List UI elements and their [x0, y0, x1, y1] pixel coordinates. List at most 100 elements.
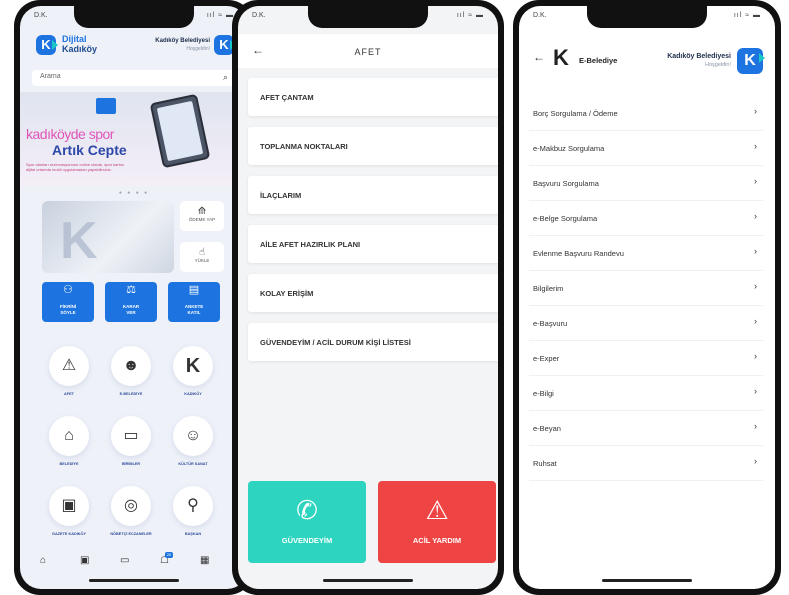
kadikoy-tile[interactable]: K KADIKÖY [166, 346, 220, 396]
search-placeholder: Arama [40, 73, 61, 80]
item-label: e-Başvuru [533, 319, 568, 328]
e-basvuru-item[interactable]: e-Başvuru › [529, 306, 763, 341]
acil-yardim-label: ACİL YARDIM [412, 536, 462, 545]
kadikoy-card[interactable] [42, 201, 174, 273]
carousel-dots[interactable]: ● ● ● ● [20, 190, 248, 196]
municipality-greeting: Kadıköy Belediyesi Hoşgeldin! [667, 52, 731, 70]
home-indicator [602, 579, 692, 582]
load-button[interactable]: ☝ YÜKLE [180, 242, 224, 272]
idea-icon: ⚇ [63, 284, 73, 296]
card-tab-icon[interactable]: ▣ [80, 555, 89, 566]
home-tab-icon[interactable]: ⌂ [40, 555, 46, 566]
chevron-right-icon: › [754, 351, 757, 361]
borc-sorgulama-item[interactable]: Borç Sorgulama / Ödeme › [529, 96, 763, 131]
survey-icon: ▤ [188, 284, 200, 296]
notifications-tab-icon[interactable]: ☖ 20 [160, 552, 173, 566]
municipality-name: Kadıköy Belediyesi [667, 53, 731, 60]
ruhsat-item[interactable]: Ruhsat › [529, 446, 763, 481]
banner-title1: kadıköyde spor [26, 126, 114, 142]
fikrini-label2: SÖYLE [60, 310, 76, 315]
chevron-right-icon: › [754, 281, 757, 291]
page-title: E-Belediye [579, 56, 618, 65]
search-icon[interactable]: ⌕ [223, 72, 228, 83]
e-exper-item[interactable]: e-Exper › [529, 341, 763, 376]
profile-logo-icon[interactable]: K [737, 48, 765, 74]
e-bilgi-item[interactable]: e-Bilgi › [529, 376, 763, 411]
wallet-tab-icon[interactable]: ▭ [120, 555, 129, 566]
brand-line1: Dijital [62, 34, 87, 44]
baskan-tile[interactable]: ⚲ BAŞKAN [166, 486, 220, 536]
item-label: e-Exper [533, 354, 560, 363]
aile-afet-plani-item[interactable]: AİLE AFET HAZIRLIK PLANI [248, 225, 498, 263]
guvendeyim-liste-item[interactable]: GÜVENDEYİM / ACİL DURUM KİŞİ LİSTESİ [248, 323, 498, 361]
siren-icon: ⚠ [425, 495, 449, 525]
guvendeyim-button[interactable]: ✆ GÜVENDEYİM [248, 481, 366, 563]
basvuru-sorgulama-item[interactable]: Başvuru Sorgulama › [529, 166, 763, 201]
siren-icon: ⚠ [49, 346, 89, 386]
home-indicator [323, 579, 413, 582]
chevron-right-icon: › [754, 141, 757, 151]
load-icon: ☝ [198, 247, 206, 258]
status-indicators: ııl ≈ ▬ [733, 12, 761, 19]
kolay-erisim-item[interactable]: KOLAY ERİŞİM [248, 274, 498, 312]
status-time: D.K. [533, 12, 547, 19]
fikrini-soyle-button[interactable]: ⚇ FİKRİNİ SÖYLE [42, 282, 94, 322]
tap-icon: ⚲ [173, 486, 213, 526]
gazete-kadikoy-tile[interactable]: ▣ GAZETE KADIKÖY [42, 486, 96, 536]
e-belge-item[interactable]: e-Belge Sorgulama › [529, 201, 763, 236]
toplanma-noktalari-item[interactable]: TOPLANMA NOKTALARI [248, 127, 498, 165]
evlenme-randevu-item[interactable]: Evlenme Başvuru Randevu › [529, 236, 763, 271]
item-label: Ruhsat [533, 459, 557, 468]
decision-icon: ⚖ [126, 284, 136, 296]
e-makbuz-item[interactable]: e-Makbuz Sorgulama › [529, 131, 763, 166]
kultur-sanat-tile[interactable]: ☺ KÜLTÜR SANAT [166, 416, 220, 466]
brand-title: Dijital Kadıköy [62, 34, 97, 54]
phone-ebelediye: D.K. ııl ≈ ▬ ← K E-Belediye Kadıköy Bele… [513, 0, 781, 595]
item-label: e-Makbuz Sorgulama [533, 144, 605, 153]
item-label: e-Bilgi [533, 389, 554, 398]
ebelediye-screen: D.K. ııl ≈ ▬ ← K E-Belediye Kadıköy Bele… [519, 6, 775, 589]
nobetci-eczaneler-tile[interactable]: ◎ NÖBETÇİ ECZANELER [104, 486, 158, 536]
greeting-text: Hoşgeldin! [705, 62, 731, 68]
e-belediye-label: E-BELEDİYE [119, 392, 143, 396]
e-belediye-tile[interactable]: ☻ E-BELEDİYE [104, 346, 158, 396]
item-label: Borç Sorgulama / Ödeme [533, 109, 618, 118]
spor-badge-icon [96, 98, 116, 114]
afet-cantam-item[interactable]: AFET ÇANTAM [248, 78, 498, 116]
ankete-katil-button[interactable]: ▤ ANKETE KATIL [168, 282, 220, 322]
notch [74, 6, 194, 28]
birimler-tile[interactable]: ▭ BİRİMLER [104, 416, 158, 466]
karar-ver-button[interactable]: ⚖ KARAR VER [105, 282, 157, 322]
afet-header: ← AFET [238, 34, 498, 68]
banner-title2: Artık Cepte [52, 142, 127, 158]
baskan-label: BAŞKAN [184, 532, 202, 536]
notification-badge: 20 [164, 552, 173, 558]
pay-button[interactable]: ⟰ ÖDEME YAP [180, 201, 224, 231]
location-pin-icon: ◎ [111, 486, 151, 526]
phone-illustration-icon [149, 93, 211, 169]
e-beyan-item[interactable]: e-Beyan › [529, 411, 763, 446]
profile-logo-icon[interactable]: K [214, 35, 236, 55]
pay-icon: ⟰ [197, 206, 207, 217]
belediye-tile[interactable]: ⌂ BELEDİYE [42, 416, 96, 466]
ilaclarim-item[interactable]: İLAÇLARIM [248, 176, 498, 214]
page-title: AFET [354, 47, 382, 57]
karar-label2: VER [126, 310, 136, 315]
ebelediye-header: ← K E-Belediye Kadıköy Belediyesi Hoşgel… [519, 34, 775, 84]
search-input[interactable]: Arama ⌕ [32, 70, 236, 86]
municipality-name: Kadıköy Belediyesi [155, 38, 210, 44]
bottom-tab-bar: ⌂ ▣ ▭ ☖ 20 ▦ [40, 552, 228, 571]
promo-banner[interactable]: kadıköyde spor Artık Cepte Spor alanları… [20, 92, 248, 186]
chevron-right-icon: › [754, 176, 757, 186]
bilgilerim-item[interactable]: Bilgilerim › [529, 271, 763, 306]
afet-tile[interactable]: ⚠ AFET [42, 346, 96, 396]
chevron-right-icon: › [754, 386, 757, 396]
greeting-text: Hoşgeldin! [186, 46, 210, 52]
acil-yardim-button[interactable]: ⚠ ACİL YARDIM [378, 481, 496, 563]
home-header: K Dijital Kadıköy Kadıköy Belediyesi Hoş… [20, 30, 248, 64]
back-arrow-icon[interactable]: ← [533, 50, 545, 64]
chevron-right-icon: › [754, 246, 757, 256]
chevron-right-icon: › [754, 106, 757, 116]
qr-tab-icon[interactable]: ▦ [200, 555, 209, 566]
banner-description: Spor alanları rezervasyonunu online olar… [26, 162, 125, 172]
